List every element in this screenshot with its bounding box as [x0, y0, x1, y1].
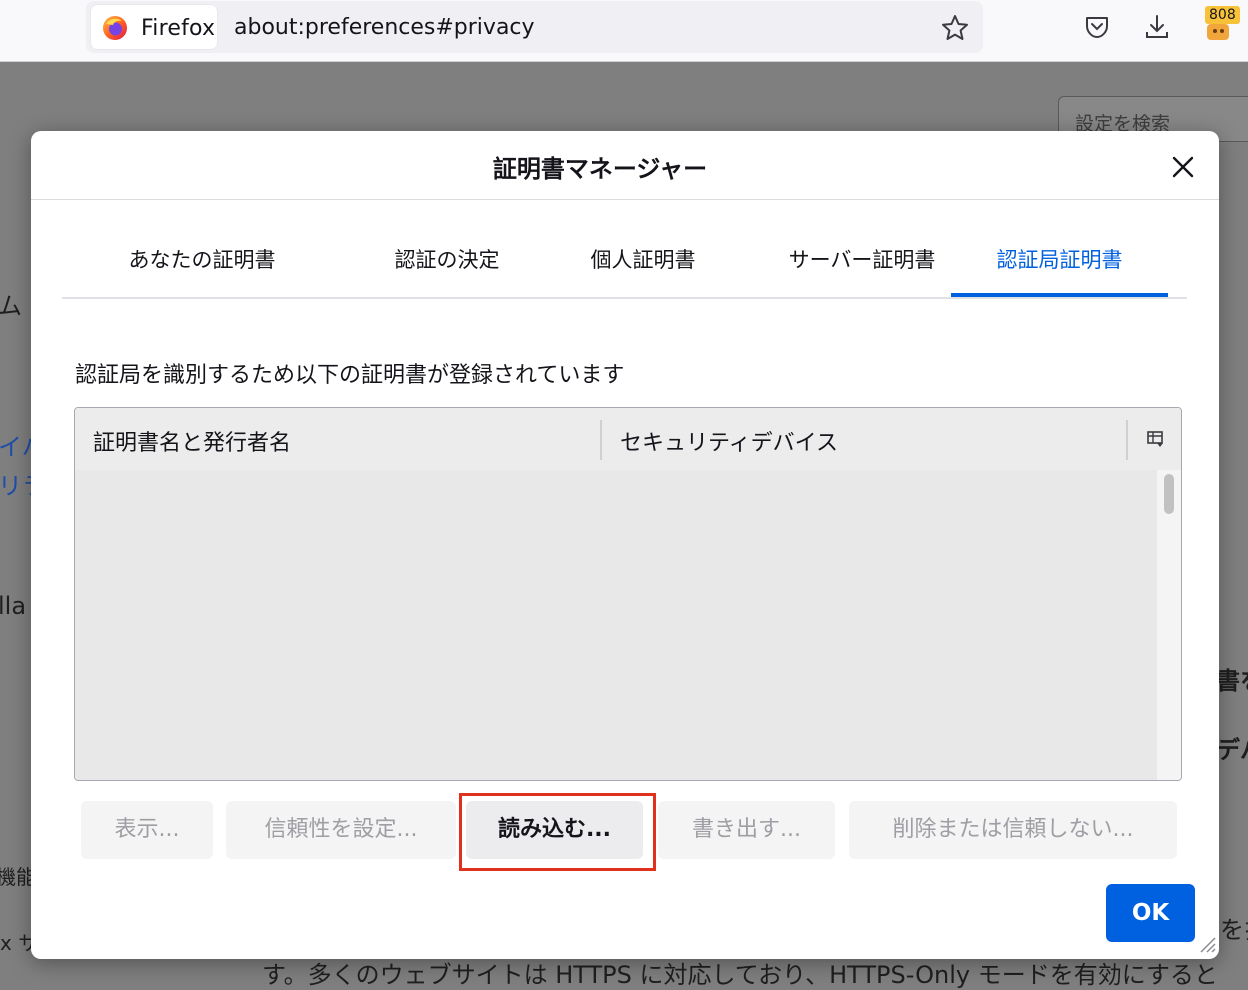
delete-or-distrust-button[interactable]: 削除または信頼しない...	[849, 801, 1177, 859]
identity-label: Firefox	[141, 16, 216, 41]
ok-button[interactable]: OK	[1106, 884, 1195, 942]
bg-text-fragment: ム	[0, 292, 22, 320]
url-bar[interactable]: Firefox about:preferences#privacy	[86, 1, 983, 53]
firefox-logo-icon	[103, 16, 127, 40]
pocket-icon[interactable]	[1082, 12, 1112, 42]
resize-grip-icon[interactable]	[1195, 932, 1217, 954]
dialog-title: 証明書マネージャー	[492, 155, 708, 183]
tree-body[interactable]	[75, 470, 1157, 780]
column-header-cert-name[interactable]: 証明書名と発行者名	[93, 425, 291, 457]
certificate-tabs: あなたの証明書 認証の決定 個人証明書 サーバー証明書 認証局証明書	[62, 227, 1187, 299]
tab-people[interactable]: 個人証明書	[548, 227, 738, 297]
export-button[interactable]: 書き出す...	[658, 801, 835, 859]
tab-authorities[interactable]: 認証局証明書	[951, 227, 1168, 297]
scrollbar[interactable]	[1157, 470, 1181, 780]
tab-your-certificates[interactable]: あなたの証明書	[97, 227, 307, 297]
tab-servers[interactable]: サーバー証明書	[752, 227, 972, 297]
scrollbar-thumb[interactable]	[1164, 474, 1174, 514]
bg-text-fragment: を扌	[1220, 916, 1248, 944]
edit-trust-button[interactable]: 信頼性を設定...	[226, 801, 456, 859]
dialog-titlebar: 証明書マネージャー	[31, 131, 1219, 200]
bg-text-fragment: lla	[0, 592, 27, 620]
tab-authentication-decisions[interactable]: 認証の決定	[342, 227, 552, 297]
certificate-tree[interactable]: 証明書名と発行者名 セキュリティデバイス	[74, 407, 1182, 781]
bg-button-fragment[interactable]: 書を	[1216, 661, 1248, 696]
download-icon[interactable]	[1142, 12, 1172, 42]
bookmark-star-icon[interactable]	[940, 13, 970, 43]
bg-text-fragment: す。多くのウェブサイトは HTTPS に対応しており、HTTPS-Only モー…	[262, 961, 1218, 989]
close-icon[interactable]	[1167, 151, 1199, 183]
certificate-manager-dialog: 証明書マネージャー あなたの証明書 認証の決定 個人証明書 サーバー証明書 認証…	[31, 131, 1219, 959]
column-splitter[interactable]	[600, 420, 602, 460]
tree-header: 証明書名と発行者名 セキュリティデバイス	[75, 408, 1181, 471]
url-text[interactable]: about:preferences#privacy	[234, 15, 535, 40]
column-header-security-device[interactable]: セキュリティデバイス	[620, 425, 838, 457]
extension-badge: 808	[1205, 6, 1240, 24]
identity-box[interactable]: Firefox	[91, 5, 217, 49]
column-splitter[interactable]	[1126, 420, 1128, 460]
column-picker-icon[interactable]	[1146, 429, 1166, 449]
bg-button-fragment[interactable]: デバ	[1216, 730, 1248, 765]
view-button[interactable]: 表示...	[81, 801, 213, 859]
import-highlight-box	[459, 793, 656, 871]
tab-description: 認証局を識別するため以下の証明書が登録されています	[75, 363, 625, 388]
browser-toolbar: Firefox about:preferences#privacy 808	[0, 0, 1248, 62]
